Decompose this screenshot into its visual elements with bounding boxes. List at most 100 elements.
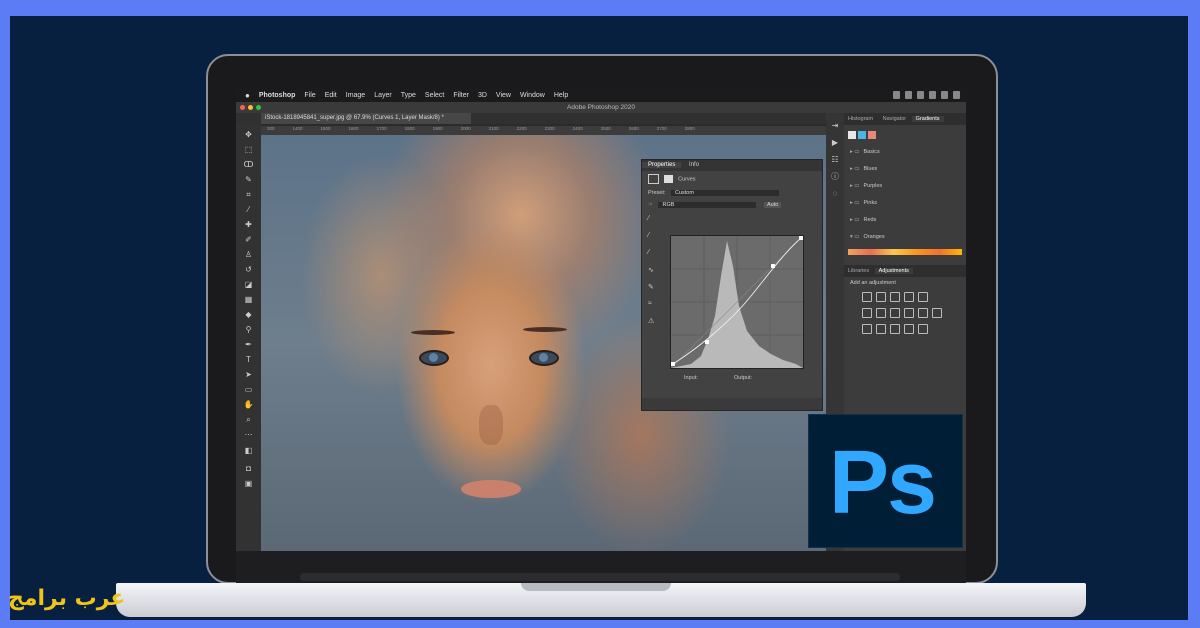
dodge-tool-icon[interactable]: ⚲: [243, 325, 254, 334]
smooth-curve-icon[interactable]: ≈: [648, 300, 656, 308]
blur-tool-icon[interactable]: ◆: [243, 310, 254, 319]
tab-libraries[interactable]: Libraries: [844, 268, 873, 274]
threshold-icon[interactable]: [890, 324, 900, 334]
status-icon[interactable]: [917, 91, 924, 99]
swatch[interactable]: [868, 131, 876, 139]
gradient-tool-icon[interactable]: ▦: [243, 295, 254, 304]
type-tool-icon[interactable]: T: [243, 355, 254, 364]
actions-icon[interactable]: ▶: [831, 138, 840, 147]
white-point-eyedropper-icon[interactable]: ⁄: [648, 249, 656, 257]
black-white-icon[interactable]: [890, 308, 900, 318]
gray-point-eyedropper-icon[interactable]: ⁄: [648, 232, 656, 240]
menu-layer[interactable]: Layer: [374, 92, 392, 99]
marquee-tool-icon[interactable]: ⬚: [243, 145, 254, 154]
swatch[interactable]: [848, 131, 856, 139]
document-tab[interactable]: iStock-1818945841_super.jpg @ 67.9% (Cur…: [261, 113, 471, 124]
minimize-window-button[interactable]: [248, 105, 253, 110]
menu-help[interactable]: Help: [554, 92, 568, 99]
gradient-group[interactable]: ▸ ▭ Purples: [844, 179, 966, 196]
maximize-window-button[interactable]: [256, 105, 261, 110]
brightness-icon[interactable]: [862, 292, 872, 302]
gradient-group[interactable]: ▸ ▭ Basics: [844, 145, 966, 162]
properties-panel: Properties Info Curves Preset: Custom ☞ …: [641, 159, 823, 411]
hand-tool-icon[interactable]: ✋: [243, 400, 254, 409]
menu-select[interactable]: Select: [425, 92, 444, 99]
gradient-group[interactable]: ▸ ▭ Pinks: [844, 196, 966, 213]
more-tools-icon[interactable]: ⋯: [243, 430, 254, 439]
posterize-icon[interactable]: [876, 324, 886, 334]
pencil-curve-icon[interactable]: ✎: [648, 283, 656, 291]
character-icon[interactable]: ◌: [831, 189, 840, 198]
status-icon[interactable]: [941, 91, 948, 99]
ruler-tick: 1800: [404, 126, 415, 131]
info-icon[interactable]: ⓘ: [831, 172, 840, 181]
lasso-tool-icon[interactable]: ↀ: [243, 160, 254, 169]
menu-image[interactable]: Image: [346, 92, 365, 99]
tab-navigator[interactable]: Navigator: [879, 116, 911, 122]
apple-menu-icon[interactable]: ●: [245, 91, 250, 100]
path-selection-tool-icon[interactable]: ➤: [243, 370, 254, 379]
curves-adjust-icon[interactable]: [890, 292, 900, 302]
quick-mask-icon[interactable]: ◘: [243, 464, 254, 473]
pen-tool-icon[interactable]: ✒: [243, 340, 254, 349]
foreground-background-color-icon[interactable]: ◧: [243, 446, 254, 455]
gradient-group[interactable]: ▾ ▭ Oranges: [844, 230, 966, 247]
status-icon[interactable]: [905, 91, 912, 99]
menu-type[interactable]: Type: [401, 92, 416, 99]
curve-points-icon[interactable]: ∿: [648, 266, 656, 274]
selective-color-icon[interactable]: [918, 324, 928, 334]
hue-saturation-icon[interactable]: [862, 308, 872, 318]
brush-tool-icon[interactable]: ✐: [243, 235, 254, 244]
tab-properties[interactable]: Properties: [642, 162, 682, 168]
menu-3d[interactable]: 3D: [478, 92, 487, 99]
screen-mode-icon[interactable]: ▣: [243, 479, 254, 488]
vibrance-icon[interactable]: [918, 292, 928, 302]
properties-icon[interactable]: ☷: [831, 155, 840, 164]
tab-info[interactable]: Info: [683, 162, 705, 168]
quick-selection-tool-icon[interactable]: ✎: [243, 175, 254, 184]
rectangle-tool-icon[interactable]: ▭: [243, 385, 254, 394]
channel-mixer-icon[interactable]: [918, 308, 928, 318]
ruler-tick: 2300: [544, 126, 555, 131]
gradient-map-icon[interactable]: [904, 324, 914, 334]
zoom-tool-icon[interactable]: ⌕: [243, 415, 254, 424]
healing-brush-tool-icon[interactable]: ✚: [243, 220, 254, 229]
menu-file[interactable]: File: [304, 92, 315, 99]
menu-filter[interactable]: Filter: [453, 92, 469, 99]
menu-window[interactable]: Window: [520, 92, 545, 99]
menu-edit[interactable]: Edit: [325, 92, 337, 99]
levels-icon[interactable]: [876, 292, 886, 302]
channel-select[interactable]: RGB: [658, 202, 757, 208]
target-adjustment-icon[interactable]: ☞: [648, 202, 653, 208]
tab-adjustments[interactable]: Adjustments: [874, 268, 913, 274]
status-icon[interactable]: [893, 91, 900, 99]
invert-icon[interactable]: [862, 324, 872, 334]
status-icon[interactable]: [953, 91, 960, 99]
move-tool-icon[interactable]: ✥: [243, 130, 254, 139]
eraser-tool-icon[interactable]: ◪: [243, 280, 254, 289]
history-brush-tool-icon[interactable]: ↺: [243, 265, 254, 274]
clone-stamp-tool-icon[interactable]: ♙: [243, 250, 254, 259]
curves-graph[interactable]: [670, 235, 804, 369]
swatch[interactable]: [858, 131, 866, 139]
exposure-icon[interactable]: [904, 292, 914, 302]
crop-tool-icon[interactable]: ⌗: [243, 190, 254, 199]
photo-filter-icon[interactable]: [904, 308, 914, 318]
preset-select[interactable]: Custom: [670, 190, 779, 196]
expand-panels-icon[interactable]: ⇥: [831, 121, 840, 130]
close-window-button[interactable]: [240, 105, 245, 110]
tab-gradients[interactable]: Gradients: [911, 116, 944, 122]
color-lookup-icon[interactable]: [932, 308, 942, 318]
clipping-warning-icon[interactable]: ⚠: [648, 317, 656, 325]
color-balance-icon[interactable]: [876, 308, 886, 318]
gradient-group[interactable]: ▸ ▭ Reds: [844, 213, 966, 230]
black-point-eyedropper-icon[interactable]: ⁄: [648, 215, 656, 223]
tab-histogram[interactable]: Histogram: [844, 116, 877, 122]
status-icon[interactable]: [929, 91, 936, 99]
menu-view[interactable]: View: [496, 92, 511, 99]
menu-photoshop[interactable]: Photoshop: [259, 92, 296, 99]
mask-icon[interactable]: [663, 175, 673, 183]
auto-button[interactable]: Auto: [764, 202, 782, 208]
eyedropper-tool-icon[interactable]: ⁄: [243, 205, 254, 214]
gradient-group[interactable]: ▸ ▭ Blues: [844, 162, 966, 179]
